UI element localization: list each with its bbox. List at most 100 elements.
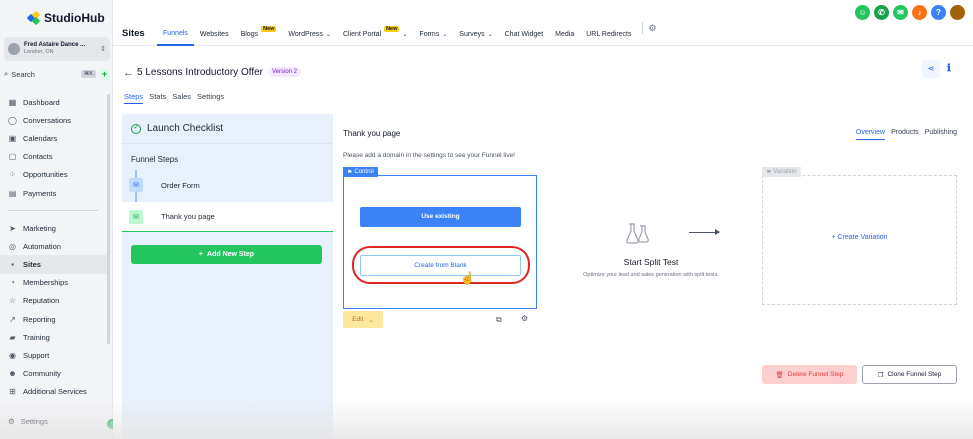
search-label: Search [11, 69, 35, 79]
tab-surveys[interactable]: Surveys ⌄ [453, 22, 498, 46]
tab-publishing[interactable]: Publishing [925, 129, 957, 140]
funnel-steps-panel: ✓ Launch Checklist Funnel Steps ✉ Order … [122, 114, 333, 439]
sidebar-item-opportunities[interactable]: ⁘ Opportunities [0, 166, 108, 184]
tab-wordpress[interactable]: WordPress ⌄ [282, 22, 337, 46]
community-icon: ☻ [8, 369, 17, 379]
phone-icon[interactable]: ✆ [874, 5, 889, 20]
sidebar-item-memberships[interactable]: ◔ Memberships [0, 274, 108, 292]
tab-url-redirects[interactable]: URL Redirects [580, 22, 637, 46]
version-badge: Version 2 [268, 67, 302, 77]
brand-logo[interactable]: StudioHub [26, 10, 105, 26]
sidebar-item-payments[interactable]: ▤ Payments [0, 184, 108, 202]
control-card: ⚑ Control Use existing Create from Blank… [343, 167, 537, 309]
subtab-settings[interactable]: Settings [197, 92, 224, 104]
quick-add-button[interactable]: + [99, 68, 110, 80]
tab-products[interactable]: Products [891, 129, 919, 140]
contacts-icon[interactable]: ☺ [855, 5, 870, 20]
sidebar-item-marketing[interactable]: ➤ Marketing [0, 219, 108, 237]
sidebar-scrollbar[interactable] [107, 94, 110, 344]
info-icon[interactable]: ℹ [947, 63, 951, 74]
sidebar-item-dashboard[interactable]: ▦ Dashboard [0, 93, 108, 111]
tab-funnels[interactable]: Funnels [157, 22, 194, 46]
envelope-icon: ✉ [129, 178, 143, 192]
settings-gear-icon[interactable]: ⚙ [521, 314, 528, 323]
subtab-steps[interactable]: Steps [124, 92, 144, 104]
sites-icon: ▪ [11, 259, 14, 269]
split-test-subtitle: Optimize your lead and sales generation … [583, 272, 719, 278]
chevron-down-icon: ⌄ [368, 316, 374, 324]
gear-icon[interactable]: ⚙ [641, 22, 657, 34]
envelope-icon: ✉ [129, 209, 143, 224]
brand-name: StudioHub [44, 11, 105, 25]
tab-overview[interactable]: Overview [855, 129, 886, 140]
delete-funnel-step-button[interactable]: 🗑 Delete Funnel Step [762, 365, 857, 384]
tab-label: Chat Widget [504, 30, 544, 38]
sidebar-item-label: Automation [23, 241, 61, 251]
tab-chat-widget[interactable]: Chat Widget [499, 22, 550, 46]
launch-checklist[interactable]: ✓ Launch Checklist [122, 114, 333, 144]
sidebar-item-contacts[interactable]: ▢ Contacts [0, 148, 108, 166]
notification-bell-icon[interactable]: ♪ [912, 5, 927, 20]
tab-media[interactable]: Media [549, 22, 580, 46]
calendar-icon: ▣ [8, 133, 17, 143]
funnel-step-order-form[interactable]: ✉ Order Form [122, 170, 333, 200]
launch-checklist-label: Launch Checklist [147, 123, 224, 134]
search-icon: ⌕ [4, 69, 9, 78]
help-icon[interactable]: ? [931, 5, 946, 20]
account-location: London, ON [24, 49, 54, 55]
step-content: Thank you page Overview Products Publish… [333, 114, 973, 439]
subtab-sales[interactable]: Sales [172, 92, 191, 104]
sidebar-item-settings[interactable]: ⚙ Settings [8, 417, 48, 426]
send-icon: ➤ [9, 223, 16, 233]
sidebar-item-additional-services[interactable]: ⊞ Additional Services [0, 383, 108, 401]
chevron-down-icon: ⌄ [325, 31, 331, 38]
sidebar-item-conversations[interactable]: ◯ Conversations [0, 111, 108, 129]
sidebar-search[interactable]: ⌕ Search ⌘K + [4, 67, 110, 81]
use-existing-button[interactable]: Use existing [360, 207, 521, 227]
tab-client-portal[interactable]: Client Portal New ⌄ [337, 22, 413, 46]
tab-label: Funnels [163, 29, 188, 37]
sidebar-item-reputation[interactable]: ☆ Reputation [0, 292, 108, 310]
sidebar-item-training[interactable]: ▰ Training [0, 328, 108, 346]
sidebar-item-label: Marketing [23, 223, 56, 233]
funnel-step-thank-you[interactable]: ✉ Thank you page [122, 202, 333, 232]
share-button[interactable]: ⋖ [922, 60, 940, 78]
external-link-icon[interactable]: ⧉ [496, 315, 502, 325]
sidebar-nav-primary: ▦ Dashboard ◯ Conversations ▣ Calendars ▢ Conta… [0, 93, 108, 202]
step-label: Thank you page [161, 212, 215, 221]
add-new-step-button[interactable]: + Add New Step [131, 245, 322, 264]
hand-cursor-icon: ☝ [460, 271, 475, 285]
tab-forms[interactable]: Forms ⌄ [413, 22, 453, 46]
sidebar-item-label: Additional Services [23, 387, 87, 397]
account-name: Fred Astaire Dance ... [24, 42, 86, 48]
variation-label: Variation [773, 169, 797, 175]
sidebar-item-label: Sites [23, 259, 41, 269]
back-arrow-icon[interactable]: ← [123, 67, 134, 79]
subtab-stats[interactable]: Stats [149, 92, 166, 104]
tab-label: Websites [199, 30, 229, 38]
automation-icon: ◎ [9, 241, 16, 251]
account-switcher[interactable]: Fred Astaire Dance ... London, ON ⇕ [4, 37, 110, 61]
sidebar-item-community[interactable]: ☻ Community [0, 365, 108, 383]
sidebar-item-reporting[interactable]: ↗ Reporting [0, 310, 108, 328]
domain-note: Please add a domain in the settings to s… [343, 152, 515, 159]
tab-websites[interactable]: Websites [194, 22, 235, 46]
arrow-right-icon [689, 228, 720, 236]
delete-label: Delete Funnel Step [787, 371, 844, 378]
chevron-down-icon: ⌄ [442, 31, 448, 38]
edit-button[interactable]: Edit ⌄ [343, 311, 383, 328]
check-circle-icon: ✓ [131, 123, 141, 134]
sidebar-item-automation[interactable]: ◎ Automation [0, 237, 108, 255]
announcement-icon[interactable]: ✉ [893, 5, 908, 20]
user-avatar[interactable] [950, 5, 965, 20]
sidebar-divider [8, 210, 98, 211]
sidebar-item-calendars[interactable]: ▣ Calendars [0, 129, 108, 147]
tab-blogs[interactable]: Blogs New [235, 22, 283, 46]
sidebar-item-support[interactable]: ◉ Support [0, 346, 108, 364]
create-variation-button[interactable]: + Create Variation [763, 234, 956, 241]
tab-label: Surveys [459, 30, 485, 38]
clone-funnel-step-button[interactable]: ❐ Clone Funnel Step [862, 365, 957, 384]
sidebar-item-sites[interactable]: ▪ Sites [0, 255, 108, 274]
split-test-illustration [571, 220, 731, 250]
add-new-step-label: Add New Step [207, 251, 255, 258]
